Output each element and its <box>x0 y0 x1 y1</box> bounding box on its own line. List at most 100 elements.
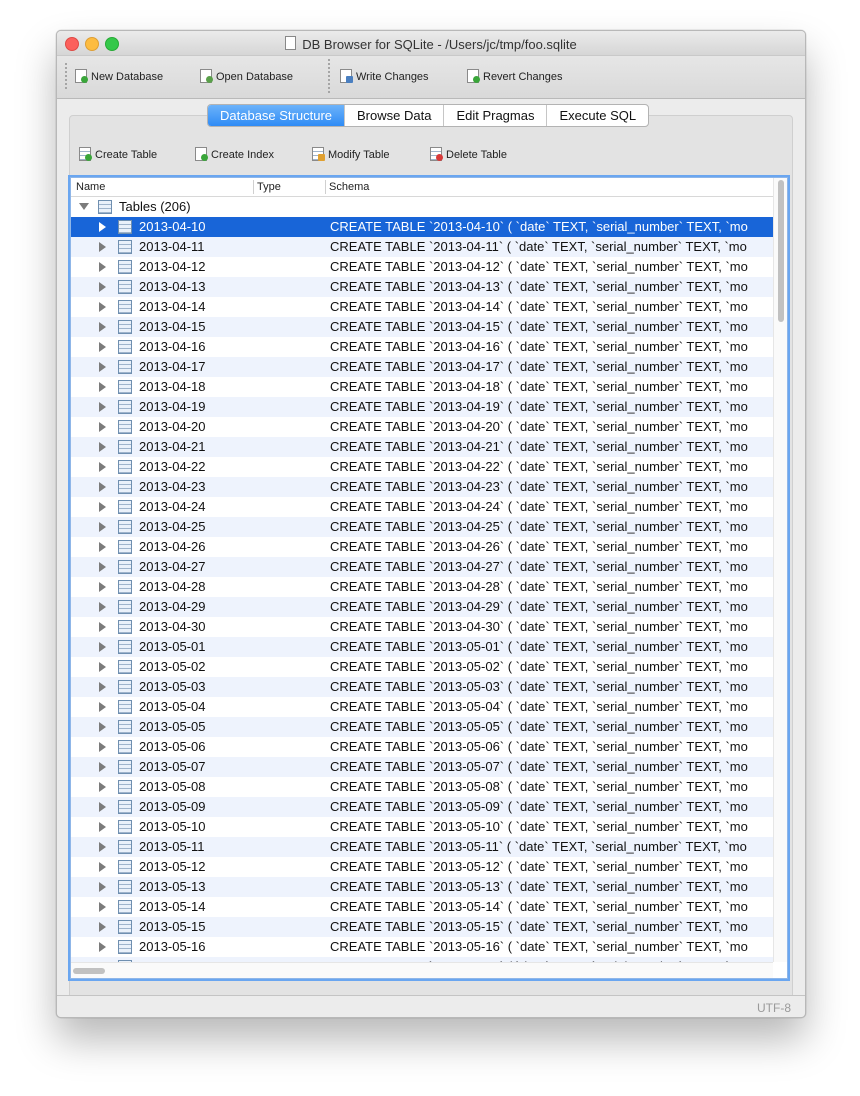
expand-arrow-icon[interactable] <box>99 862 106 872</box>
expand-arrow-icon[interactable] <box>99 282 106 292</box>
expand-arrow-icon[interactable] <box>99 642 106 652</box>
table-row[interactable]: 2013-04-24 CREATE TABLE `2013-04-24` ( `d… <box>71 497 773 517</box>
expand-arrow-icon[interactable] <box>99 722 106 732</box>
expand-arrow-icon[interactable] <box>99 522 106 532</box>
table-row[interactable]: 2013-05-03 CREATE TABLE `2013-05-03` ( `d… <box>71 677 773 697</box>
table-row[interactable]: 2013-05-11 CREATE TABLE `2013-05-11` ( `d… <box>71 837 773 857</box>
table-row[interactable]: 2013-04-11 CREATE TABLE `2013-04-11` ( `d… <box>71 237 773 257</box>
expand-arrow-icon[interactable] <box>99 482 106 492</box>
write-changes-button[interactable]: Write Changes <box>340 69 429 83</box>
expand-arrow-icon[interactable] <box>99 222 106 232</box>
table-row[interactable]: 2013-04-20 CREATE TABLE `2013-04-20` ( `d… <box>71 417 773 437</box>
table-row[interactable]: 2013-04-17 CREATE TABLE `2013-04-17` ( `d… <box>71 357 773 377</box>
table-row[interactable]: 2013-05-13 CREATE TABLE `2013-05-13` ( `d… <box>71 877 773 897</box>
create-index-button[interactable]: Create Index <box>195 147 274 161</box>
toolbar-grip[interactable] <box>65 63 67 89</box>
tables-group-row[interactable]: Tables (206) <box>71 197 773 217</box>
table-name: 2013-04-17 <box>139 359 206 374</box>
tab-browse-data[interactable]: Browse Data <box>344 105 443 126</box>
new-database-button[interactable]: New Database <box>75 69 163 83</box>
table-row[interactable]: 2013-04-19 CREATE TABLE `2013-04-19` ( `d… <box>71 397 773 417</box>
table-row[interactable]: 2013-05-05 CREATE TABLE `2013-05-05` ( `d… <box>71 717 773 737</box>
expand-arrow-icon[interactable] <box>99 582 106 592</box>
table-row[interactable]: 2013-05-06 CREATE TABLE `2013-05-06` ( `d… <box>71 737 773 757</box>
expand-arrow-icon[interactable] <box>99 762 106 772</box>
expand-arrow-icon[interactable] <box>99 382 106 392</box>
schema-tree[interactable]: Name Type Schema Tables (206) 2013-04-10… <box>68 175 790 981</box>
revert-changes-button[interactable]: Revert Changes <box>467 69 563 83</box>
horizontal-scroll-thumb[interactable] <box>73 968 105 974</box>
table-row[interactable]: 2013-05-07 CREATE TABLE `2013-05-07` ( `d… <box>71 757 773 777</box>
expand-arrow-icon[interactable] <box>99 682 106 692</box>
column-header-schema[interactable]: Schema <box>329 181 369 193</box>
expand-arrow-icon[interactable] <box>99 302 106 312</box>
table-row[interactable]: 2013-05-15 CREATE TABLE `2013-05-15` ( `d… <box>71 917 773 937</box>
expand-arrow-icon[interactable] <box>99 942 106 952</box>
modify-table-button[interactable]: Modify Table <box>312 147 390 161</box>
table-row[interactable]: 2013-05-10 CREATE TABLE `2013-05-10` ( `d… <box>71 817 773 837</box>
table-row[interactable]: 2013-05-09 CREATE TABLE `2013-05-09` ( `d… <box>71 797 773 817</box>
table-row[interactable]: 2013-05-01 CREATE TABLE `2013-05-01` ( `d… <box>71 637 773 657</box>
expand-arrow-icon[interactable] <box>99 802 106 812</box>
expand-arrow-icon[interactable] <box>99 882 106 892</box>
table-row[interactable]: 2013-04-25 CREATE TABLE `2013-04-25` ( `d… <box>71 517 773 537</box>
table-name: 2013-05-14 <box>139 899 206 914</box>
tab-execute-sql[interactable]: Execute SQL <box>546 105 648 126</box>
expand-arrow-icon[interactable] <box>99 402 106 412</box>
column-header-type[interactable]: Type <box>257 181 281 193</box>
expand-arrow-icon[interactable] <box>99 842 106 852</box>
table-row[interactable]: 2013-05-12 CREATE TABLE `2013-05-12` ( `d… <box>71 857 773 877</box>
expand-arrow-icon[interactable] <box>99 622 106 632</box>
vertical-scroll-thumb[interactable] <box>778 180 784 322</box>
table-row[interactable]: 2013-04-15 CREATE TABLE `2013-04-15` ( `d… <box>71 317 773 337</box>
expand-arrow-icon[interactable] <box>99 422 106 432</box>
expand-arrow-icon[interactable] <box>99 702 106 712</box>
table-row[interactable]: 2013-04-16 CREATE TABLE `2013-04-16` ( `d… <box>71 337 773 357</box>
table-row[interactable]: 2013-04-28 CREATE TABLE `2013-04-28` ( `d… <box>71 577 773 597</box>
table-row[interactable]: 2013-05-04 CREATE TABLE `2013-05-04` ( `d… <box>71 697 773 717</box>
table-row[interactable]: 2013-04-18 CREATE TABLE `2013-04-18` ( `d… <box>71 377 773 397</box>
expand-arrow-icon[interactable] <box>99 662 106 672</box>
expand-arrow-icon[interactable] <box>99 542 106 552</box>
tab-edit-pragmas[interactable]: Edit Pragmas <box>443 105 546 126</box>
table-row[interactable]: 2013-05-08 CREATE TABLE `2013-05-08` ( `d… <box>71 777 773 797</box>
expand-arrow-icon[interactable] <box>99 362 106 372</box>
delete-table-button[interactable]: Delete Table <box>430 147 507 161</box>
table-row[interactable]: 2013-04-12 CREATE TABLE `2013-04-12` ( `d… <box>71 257 773 277</box>
expand-arrow-icon[interactable] <box>99 782 106 792</box>
vertical-scrollbar[interactable] <box>773 178 787 962</box>
table-row[interactable]: 2013-04-22 CREATE TABLE `2013-04-22` ( `d… <box>71 457 773 477</box>
table-row[interactable]: 2013-04-27 CREATE TABLE `2013-04-27` ( `d… <box>71 557 773 577</box>
open-database-button[interactable]: Open Database <box>200 69 293 83</box>
expand-arrow-icon[interactable] <box>99 442 106 452</box>
table-row[interactable]: 2013-05-14 CREATE TABLE `2013-05-14` ( `d… <box>71 897 773 917</box>
create-table-button[interactable]: Create Table <box>79 147 157 161</box>
table-row[interactable]: 2013-05-16 CREATE TABLE `2013-05-16` ( `d… <box>71 937 773 957</box>
expand-arrow-icon[interactable] <box>99 742 106 752</box>
table-row[interactable]: 2013-04-26 CREATE TABLE `2013-04-26` ( `d… <box>71 537 773 557</box>
column-header-name[interactable]: Name <box>76 181 105 193</box>
collapse-arrow-icon[interactable] <box>79 203 89 210</box>
expand-arrow-icon[interactable] <box>99 922 106 932</box>
expand-arrow-icon[interactable] <box>99 342 106 352</box>
horizontal-scrollbar[interactable] <box>71 962 773 978</box>
expand-arrow-icon[interactable] <box>99 242 106 252</box>
expand-arrow-icon[interactable] <box>99 602 106 612</box>
table-row[interactable]: 2013-04-14 CREATE TABLE `2013-04-14` ( `d… <box>71 297 773 317</box>
table-row[interactable]: 2013-04-21 CREATE TABLE `2013-04-21` ( `d… <box>71 437 773 457</box>
expand-arrow-icon[interactable] <box>99 562 106 572</box>
expand-arrow-icon[interactable] <box>99 502 106 512</box>
table-row[interactable]: 2013-04-23 CREATE TABLE `2013-04-23` ( `d… <box>71 477 773 497</box>
table-row[interactable]: 2013-04-29 CREATE TABLE `2013-04-29` ( `d… <box>71 597 773 617</box>
main-toolbar: New Database Open Database Write Changes… <box>57 56 805 99</box>
table-row[interactable]: 2013-04-30 CREATE TABLE `2013-04-30` ( `d… <box>71 617 773 637</box>
table-row[interactable]: 2013-05-02 CREATE TABLE `2013-05-02` ( `d… <box>71 657 773 677</box>
expand-arrow-icon[interactable] <box>99 462 106 472</box>
table-row[interactable]: 2013-04-13 CREATE TABLE `2013-04-13` ( `d… <box>71 277 773 297</box>
expand-arrow-icon[interactable] <box>99 322 106 332</box>
expand-arrow-icon[interactable] <box>99 902 106 912</box>
expand-arrow-icon[interactable] <box>99 262 106 272</box>
table-row[interactable]: 2013-04-10 CREATE TABLE `2013-04-10` ( `d… <box>71 217 773 237</box>
tab-database-structure[interactable]: Database Structure <box>208 105 345 126</box>
expand-arrow-icon[interactable] <box>99 822 106 832</box>
